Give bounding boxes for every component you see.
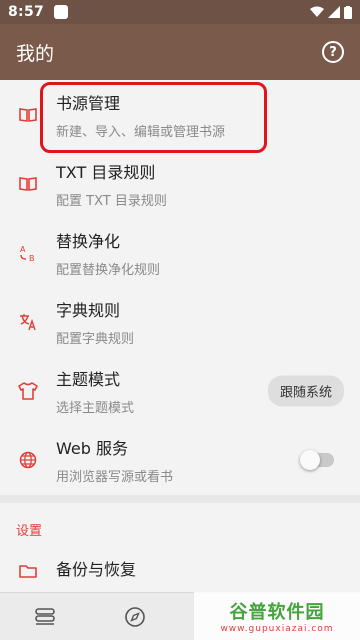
theme-mode-chip[interactable]: 跟随系统 [267, 375, 344, 406]
status-time: 8:57 [8, 4, 45, 20]
list-item-theme[interactable]: 主题模式 选择主题模式 跟随系统 [0, 356, 360, 425]
app-bar: 我的 ? [0, 24, 360, 80]
watermark-logo: 谷普软件园 www.gupuxiazai.com [194, 592, 360, 640]
item-title: 字典规则 [56, 300, 121, 320]
item-subtitle: 配置 TXT 目录规则 [56, 193, 167, 209]
list-item-dictionary[interactable]: 字典规则 配置字典规则 [0, 287, 360, 356]
watermark-brand: 谷普软件园 [229, 602, 325, 623]
svg-text:B: B [29, 254, 35, 262]
svg-text:A: A [20, 245, 26, 254]
list-item-backup[interactable]: 备份与恢复 [0, 548, 360, 594]
item-title: TXT 目录规则 [56, 162, 156, 182]
battery-icon [344, 5, 352, 19]
list-item-web-service[interactable]: Web 服务 用浏览器写源或看书 [0, 425, 360, 494]
list-item-txt-rules[interactable]: TXT 目录规则 配置 TXT 目录规则 [0, 149, 360, 218]
status-icons [310, 5, 352, 19]
watermark-url: www.gupuxiazai.com [220, 624, 334, 634]
shirt-icon [0, 381, 56, 400]
book-icon [0, 176, 56, 192]
globe-icon [0, 451, 56, 469]
replace-icon: A B [0, 244, 56, 262]
nav-explore-icon[interactable] [90, 593, 180, 640]
wifi-icon [310, 6, 324, 17]
item-subtitle: 新建、导入、编辑或管理书源 [56, 124, 226, 140]
item-title: 备份与恢复 [56, 559, 137, 579]
settings-section-title: 设置 [16, 524, 43, 539]
page-title: 我的 [16, 42, 55, 65]
notification-icon [54, 5, 69, 19]
settings-list: 书源管理 新建、导入、编辑或管理书源 TXT 目录规则 配置 TXT 目录规则 … [0, 80, 360, 494]
item-title: 替换净化 [56, 231, 121, 251]
web-service-toggle[interactable] [300, 449, 334, 470]
nav-bookshelf-icon[interactable] [0, 593, 90, 640]
signal-icon [328, 6, 340, 18]
item-subtitle: 配置字典规则 [56, 331, 135, 347]
translate-icon [0, 313, 56, 331]
section-divider [0, 495, 360, 503]
item-subtitle: 配置替换净化规则 [56, 262, 161, 278]
book-icon [0, 107, 56, 123]
toggle-knob [300, 449, 320, 470]
status-bar: 8:57 [0, 0, 360, 24]
list-item-book-sources[interactable]: 书源管理 新建、导入、编辑或管理书源 [0, 80, 360, 149]
item-title: 书源管理 [56, 93, 121, 113]
list-item-replace[interactable]: A B 替换净化 配置替换净化规则 [0, 218, 360, 287]
folder-icon [0, 563, 56, 579]
help-icon[interactable]: ? [322, 41, 344, 63]
